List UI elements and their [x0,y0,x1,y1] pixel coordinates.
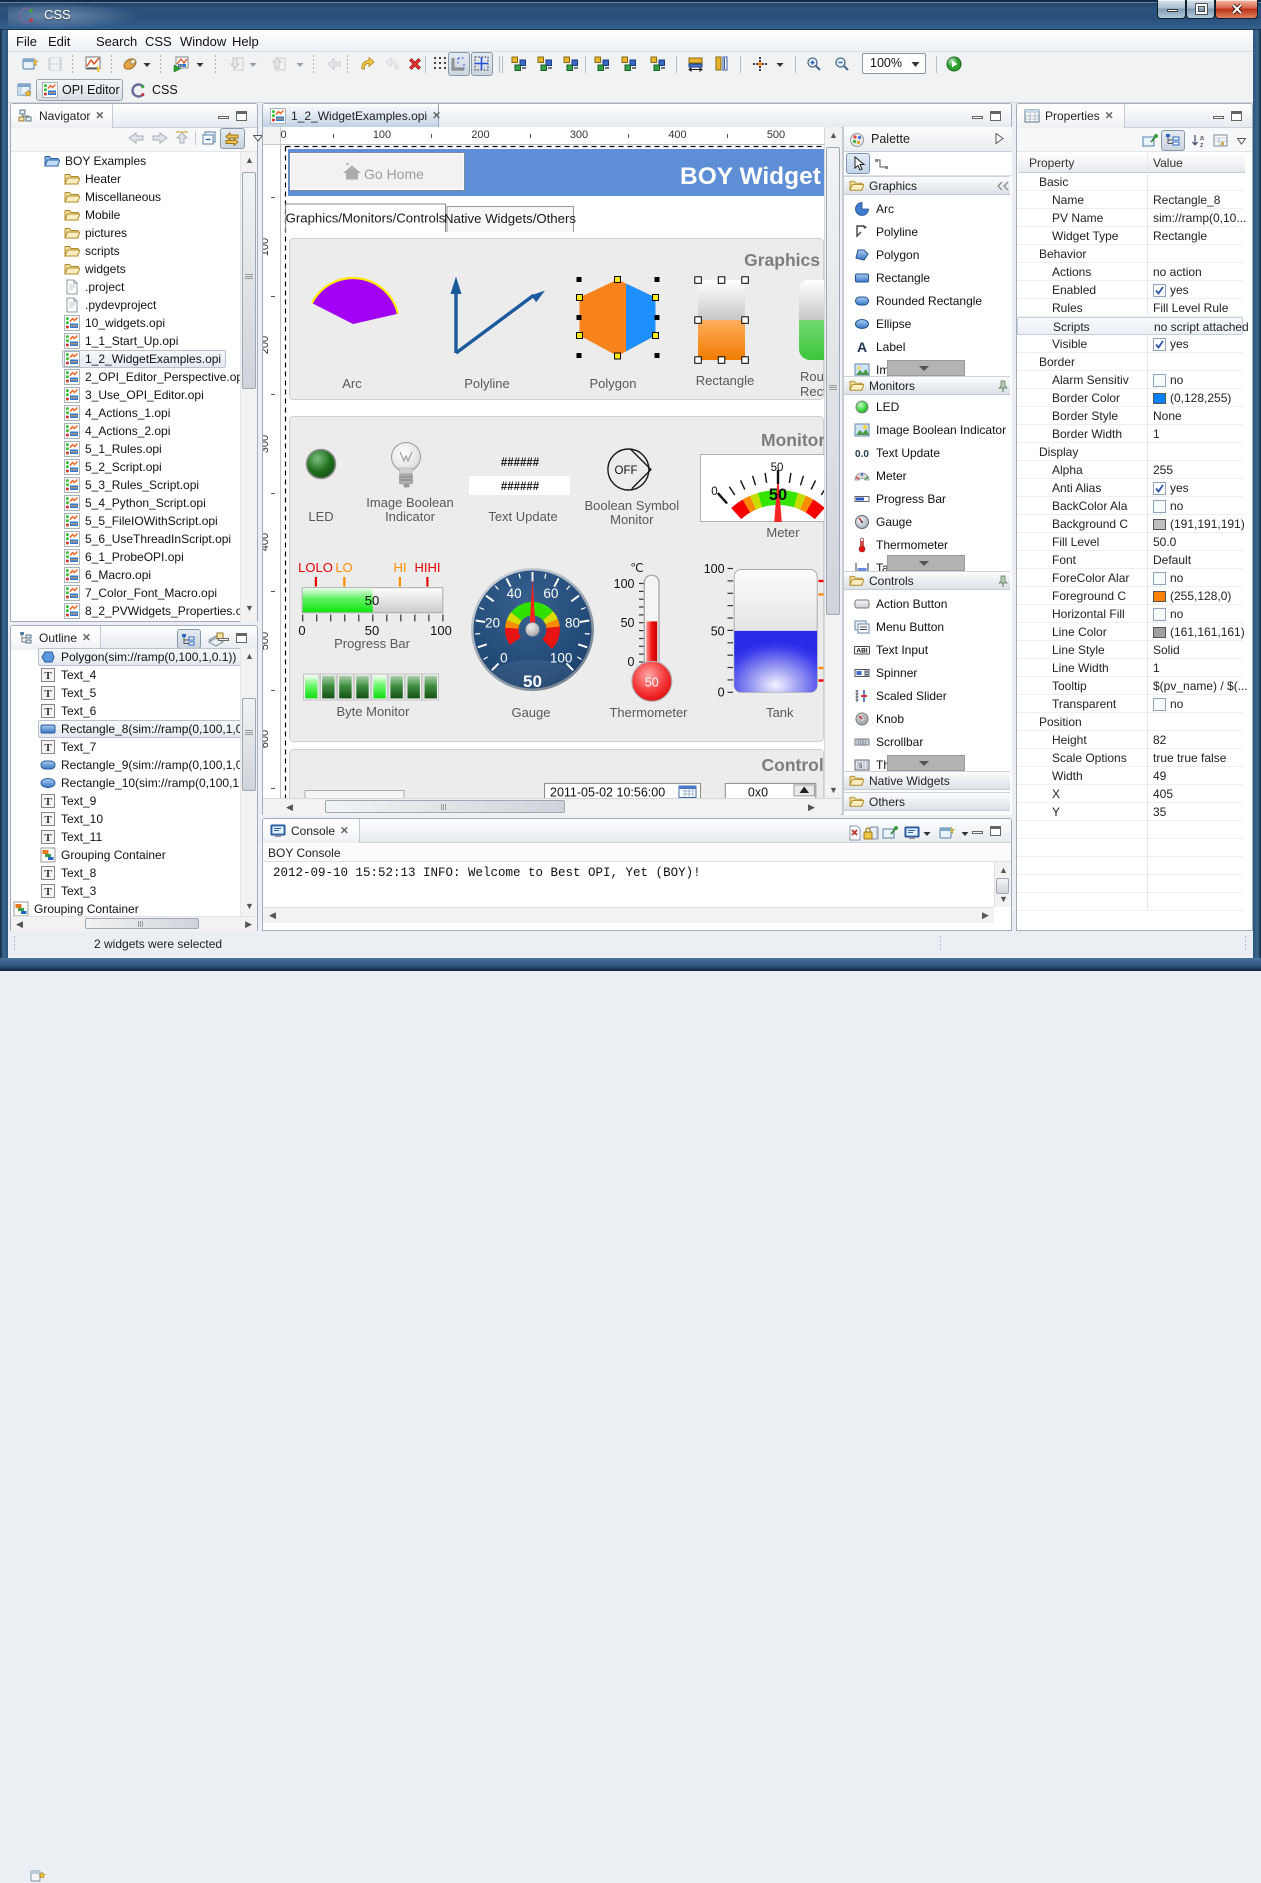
svg-text:Progress Bar: Progress Bar [334,636,411,651]
svg-text:Arc: Arc [342,376,362,391]
svg-text:HI: HI [394,560,407,575]
svg-text:100: 100 [614,577,635,591]
svg-text:60: 60 [543,586,558,601]
svg-text:T: T [44,886,52,898]
svg-text:######: ###### [501,481,540,493]
svg-text:Polyline: Polyline [464,376,510,391]
svg-text:50: 50 [523,672,542,691]
svg-text:LOLO: LOLO [298,560,333,575]
svg-text:80: 80 [565,616,580,631]
svg-text:2011-05-02 10:56:00: 2011-05-02 10:56:00 [550,786,665,799]
svg-text:T: T [44,688,52,700]
svg-text:50: 50 [711,625,725,639]
svg-text:50: 50 [645,676,659,690]
svg-text:100: 100 [430,623,452,638]
svg-text:Text Update: Text Update [488,509,557,524]
svg-text:50: 50 [771,462,784,474]
svg-text:BOY Widget Examples: BOY Widget Examples [680,163,824,190]
svg-text:Gauge: Gauge [511,705,550,720]
svg-text:0: 0 [718,685,725,699]
svg-text:Recta: Recta [800,384,824,399]
svg-text:LED: LED [308,509,333,524]
svg-text:OFF: OFF [615,465,638,477]
svg-text:a: a [1200,135,1204,142]
svg-text:Native Widgets/Others: Native Widgets/Others [444,211,576,226]
svg-text:Tank: Tank [766,705,794,720]
svg-text:0: 0 [628,655,635,669]
svg-text:Indicator: Indicator [385,509,436,524]
svg-text:T: T [44,868,52,880]
svg-text:100: 100 [704,562,725,576]
svg-text:Roun: Roun [800,369,824,384]
svg-text:Controls: Controls [762,755,825,775]
svg-text:Meter: Meter [766,525,800,540]
svg-text:0: 0 [298,623,305,638]
svg-text:T: T [44,796,52,808]
svg-text:℃: ℃ [630,561,643,575]
svg-text:0x0: 0x0 [748,786,768,799]
svg-text:Image Boolean: Image Boolean [366,495,453,510]
svg-text:Polygon: Polygon [590,376,637,391]
svg-text:HIHI: HIHI [415,560,441,575]
svg-text:T: T [44,814,52,826]
svg-text:A: A [857,339,867,355]
svg-text:T: T [44,832,52,844]
svg-text:LO: LO [335,560,352,575]
svg-text:T: T [44,742,52,754]
svg-text:50: 50 [365,593,379,608]
svg-text:0: 0 [711,486,717,498]
svg-text:0.0: 0.0 [855,449,869,460]
svg-text:Boolean Symbol: Boolean Symbol [584,498,679,513]
svg-text:20: 20 [485,616,500,631]
svg-text:Graphics/Monitors/Controls: Graphics/Monitors/Controls [286,211,446,226]
svg-text:ABI: ABI [856,648,867,655]
svg-text:Monitor: Monitor [610,512,654,527]
svg-text:Byte Monitor: Byte Monitor [337,704,411,719]
svg-text:Thermometer: Thermometer [609,705,688,720]
svg-text:Monitors: Monitors [761,430,824,450]
svg-text:Rectangle: Rectangle [696,373,755,388]
svg-text:T: T [44,706,52,718]
svg-text:T: T [44,670,52,682]
svg-text:Go Home: Go Home [364,166,424,182]
svg-text:Graphics: Graphics [744,250,820,270]
svg-text:50: 50 [769,486,787,504]
svg-text:50: 50 [621,616,635,630]
svg-text:40: 40 [507,586,522,601]
svg-text:z: z [1200,142,1204,149]
svg-text:######: ###### [501,457,540,469]
